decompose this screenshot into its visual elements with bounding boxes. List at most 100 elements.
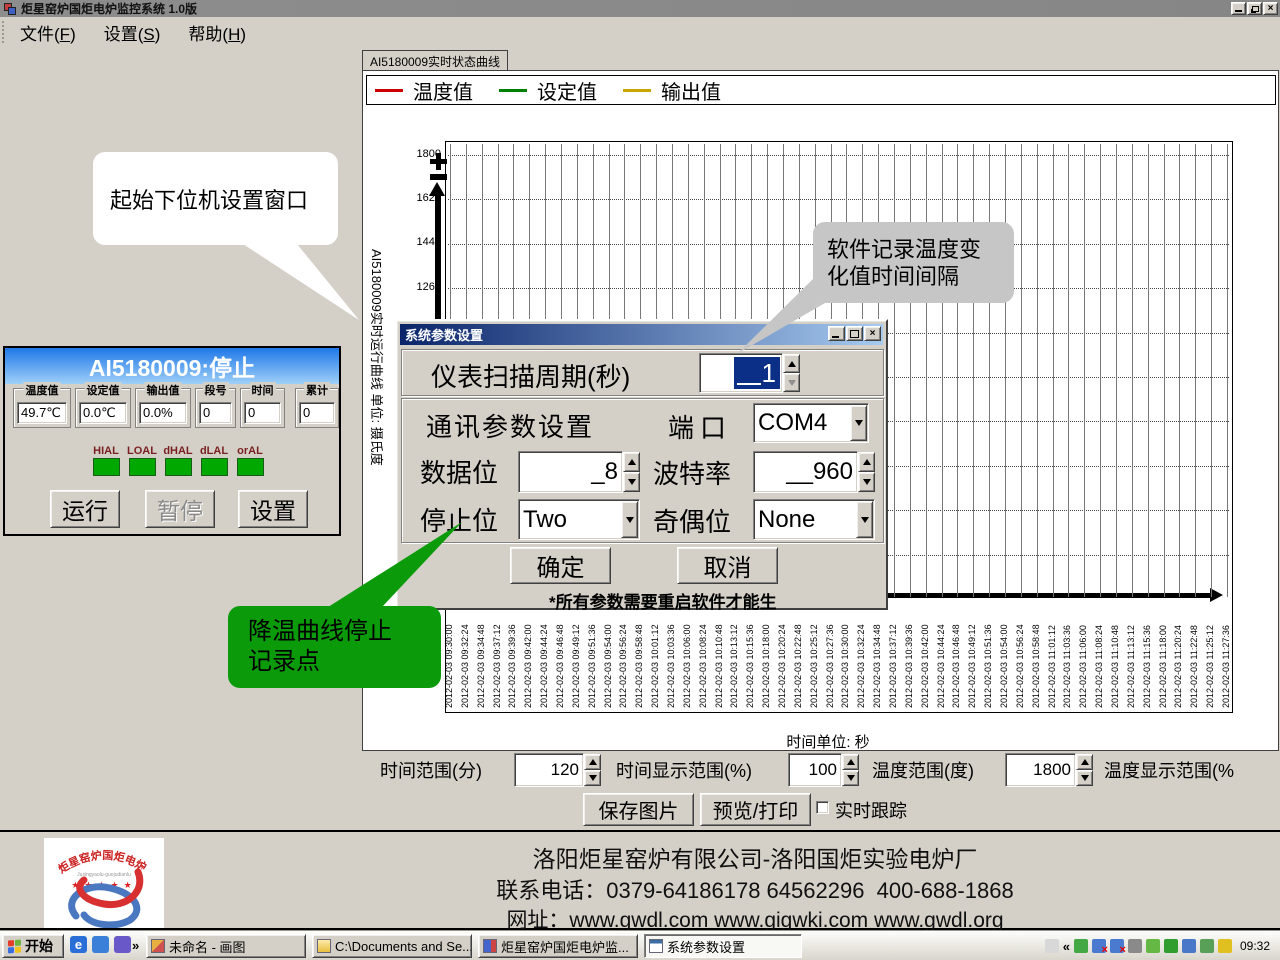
security-shield-icon[interactable]	[1164, 939, 1178, 953]
storage-icon[interactable]	[1200, 939, 1214, 953]
dialog-maximize-button[interactable]	[846, 326, 863, 341]
baud-spinner[interactable]: __960	[753, 451, 875, 493]
x-tick-label: 2012-02-03 10:32:24	[856, 607, 866, 708]
taskbar-task-2[interactable]: 炬星窑炉国炬电炉监...	[478, 934, 638, 958]
spin-up-button[interactable]	[858, 452, 875, 472]
time-range-spinner[interactable]: 120	[514, 753, 601, 787]
media-player-icon[interactable]	[114, 936, 131, 953]
time-range-label: 时间范围(分)	[380, 757, 482, 783]
v-gridline	[1053, 144, 1054, 597]
performance-monitor-icon[interactable]	[1146, 939, 1160, 953]
temp-range-value[interactable]: 1800	[1033, 754, 1071, 786]
parity-combobox[interactable]: None	[753, 499, 875, 540]
comm-section-label: 通讯参数设置	[426, 407, 594, 444]
x-tick-label: 2012-02-03 09:54:00	[603, 607, 613, 708]
close-button[interactable]: ×	[1263, 2, 1278, 15]
quick-launch-overflow-chevron[interactable]: »	[132, 938, 139, 953]
save-image-button[interactable]: 保存图片	[583, 793, 694, 826]
v-gridline	[1132, 144, 1133, 597]
x-tick-label: 2012-02-03 11:06:00	[1078, 607, 1088, 708]
taskbar-task-3[interactable]: 系统参数设置	[644, 934, 802, 958]
keyboard-icon[interactable]	[1045, 939, 1059, 953]
y-tick-label: 1260	[371, 281, 441, 293]
plus-annotation-icon	[436, 153, 441, 170]
x-tick-label: 2012-02-03 10:56:24	[1015, 607, 1025, 708]
status-field-3: 段号0	[195, 388, 236, 428]
x-tick-label: 2012-02-03 10:25:12	[809, 607, 819, 708]
ie-icon[interactable]: e	[70, 936, 87, 953]
signal-bars-icon[interactable]	[1128, 939, 1142, 953]
v-gridline	[1068, 144, 1069, 597]
start-button[interactable]: 开始	[2, 934, 64, 958]
scan-period-value[interactable]: 1	[762, 357, 776, 389]
svg-text:*: *	[58, 862, 63, 877]
spin-down-button[interactable]	[584, 770, 601, 786]
taskbar-task-1[interactable]: C:\Documents and Se...	[312, 934, 472, 958]
ok-button[interactable]: 确定	[510, 547, 611, 584]
cancel-button[interactable]: 取消	[677, 547, 778, 584]
taskbar-task-0[interactable]: 未命名 - 画图	[146, 934, 306, 958]
panel-button-0[interactable]: 运行	[50, 490, 120, 528]
footer-company: 洛阳炬星窑炉有限公司-洛阳国炬实验电炉厂	[330, 840, 1180, 874]
windows-update-icon[interactable]	[1218, 939, 1232, 953]
spin-down-button[interactable]	[842, 770, 859, 786]
dialog-close-button[interactable]: ×	[864, 326, 881, 341]
dropdown-button[interactable]	[856, 501, 873, 538]
show-desktop-icon[interactable]	[92, 936, 109, 953]
status-field-label: 累计	[304, 382, 330, 398]
v-gridline	[1164, 144, 1165, 597]
baud-value[interactable]: __960	[786, 452, 853, 492]
h-gridline	[448, 199, 1229, 200]
restore-button[interactable]	[1247, 2, 1262, 15]
time-range-value[interactable]: 120	[551, 754, 579, 786]
spin-down-button[interactable]	[783, 373, 800, 392]
device-status-header: AI5180009:停止	[5, 348, 339, 384]
dropdown-button[interactable]	[621, 501, 638, 538]
scheduler-icon[interactable]	[1182, 939, 1196, 953]
graphics-utility-icon[interactable]	[1074, 939, 1088, 953]
spin-down-button[interactable]	[623, 472, 640, 492]
tab-realtime-curve[interactable]: AI5180009实时状态曲线	[362, 50, 508, 71]
data-bits-spinner[interactable]: _8	[518, 451, 640, 493]
stop-bits-value: Two	[523, 506, 567, 534]
time-display-spinner[interactable]: 100	[788, 753, 859, 787]
dropdown-button[interactable]	[850, 405, 867, 441]
alarm-indicator-orAL	[237, 458, 264, 476]
x-tick-label: 2012-02-03 11:18:00	[1158, 607, 1168, 708]
panel-button-1[interactable]: 暂停	[145, 490, 215, 528]
x-tick-label: 2012-02-03 10:58:48	[1031, 607, 1041, 708]
spin-up-button[interactable]	[1076, 754, 1093, 770]
alarm-indicator-dHAL	[165, 458, 192, 476]
realtime-track-checkbox[interactable]	[816, 801, 829, 814]
minimize-button[interactable]	[1231, 2, 1246, 15]
spin-down-button[interactable]	[1076, 770, 1093, 786]
taskbar-clock[interactable]: 09:32	[1240, 939, 1270, 953]
time-display-value[interactable]: 100	[809, 754, 837, 786]
collapse-chevron-icon[interactable]: «	[1063, 939, 1070, 953]
wireless-disabled-icon[interactable]: ×	[1110, 939, 1124, 953]
stop-bits-combobox[interactable]: Two	[518, 499, 640, 540]
x-tick-label: 2012-02-03 11:08:24	[1094, 607, 1104, 708]
spin-up-button[interactable]	[584, 754, 601, 770]
spin-down-button[interactable]	[858, 472, 875, 492]
menu-item-2[interactable]: 帮助(H)	[178, 23, 256, 46]
preview-print-button[interactable]: 预览/打印	[700, 793, 811, 826]
x-tick-label: 2012-02-03 11:03:36	[1062, 607, 1072, 708]
menu-item-0[interactable]: 文件(F)	[10, 23, 86, 46]
panel-button-2[interactable]: 设置	[238, 490, 308, 528]
network-adapter-disabled-icon[interactable]: ×	[1092, 939, 1106, 953]
v-gridline	[942, 144, 943, 597]
windows-logo-icon	[7, 939, 21, 954]
status-field-label: 设定值	[85, 382, 122, 398]
port-combobox[interactable]: COM4	[753, 403, 869, 443]
x-tick-label: 2012-02-03 10:20:24	[777, 607, 787, 708]
menu-item-1[interactable]: 设置(S)	[94, 23, 171, 46]
spin-up-button[interactable]	[842, 754, 859, 770]
scan-period-spinner[interactable]: 1	[699, 353, 800, 393]
spin-up-button[interactable]	[623, 452, 640, 472]
y-tick-label: 1800	[371, 148, 441, 160]
green-callout-tail	[318, 512, 468, 612]
x-tick-label: 2012-02-03 09:39:36	[507, 607, 517, 708]
data-bits-value[interactable]: _8	[591, 452, 618, 492]
temp-range-spinner[interactable]: 1800	[1005, 753, 1093, 787]
